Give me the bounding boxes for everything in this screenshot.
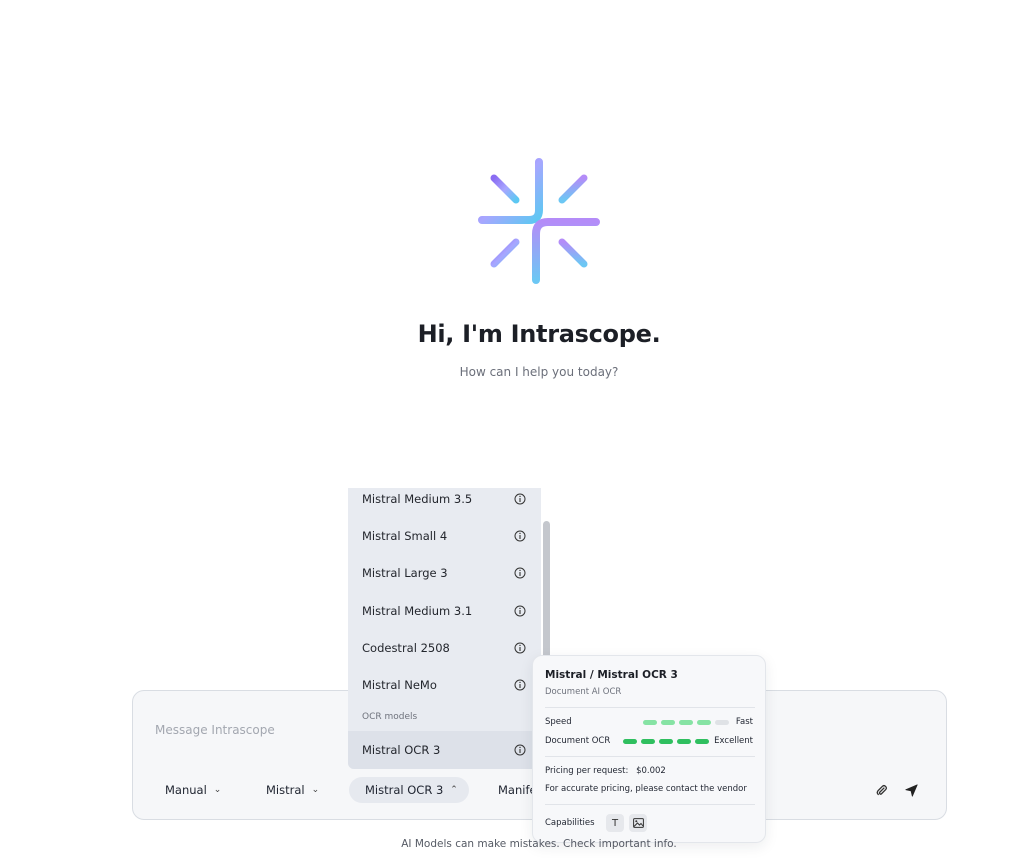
rating-bar-segment <box>697 720 711 725</box>
pricing-label: Pricing per request: <box>545 766 629 776</box>
dropdown-item-label: Mistral Large 3 <box>362 566 448 580</box>
info-icon[interactable] <box>514 679 526 691</box>
dropdown-item-selected[interactable]: Mistral OCR 3 <box>348 731 540 769</box>
model-selector[interactable]: Mistral OCR 3 ⌃ <box>349 777 469 803</box>
speed-value: Fast <box>735 717 753 727</box>
document-ocr-rating-bars <box>623 739 709 744</box>
chevron-up-icon: ⌃ <box>450 785 458 795</box>
rating-bar-segment <box>695 739 709 744</box>
dropdown-item-label: Mistral NeMo <box>362 678 437 692</box>
dropdown-item[interactable]: Mistral Large 3 <box>348 555 540 591</box>
info-icon[interactable] <box>514 642 526 654</box>
divider <box>545 707 755 708</box>
rating-bar-segment <box>643 720 657 725</box>
extra-selector[interactable]: Manife <box>498 777 536 803</box>
vendor-selector-label: Mistral <box>266 783 305 797</box>
document-ocr-label: Document OCR <box>545 736 611 746</box>
info-icon[interactable] <box>514 530 526 542</box>
mode-selector[interactable]: Manual ⌄ <box>165 777 221 803</box>
divider <box>545 756 755 757</box>
dropdown-item[interactable]: Mistral Medium 3.1 <box>348 593 540 629</box>
paperclip-icon <box>876 784 887 795</box>
dropdown-section-label: OCR models <box>362 712 418 722</box>
dropdown-item[interactable]: Mistral Medium 3.5 <box>348 488 540 517</box>
rating-bar-segment <box>677 739 691 744</box>
info-icon[interactable] <box>514 605 526 617</box>
attach-button[interactable] <box>871 780 891 800</box>
dropdown-item[interactable]: Mistral NeMo <box>348 667 540 703</box>
chevron-down-icon: ⌄ <box>311 785 320 795</box>
image-icon <box>629 814 647 832</box>
text-icon: T <box>606 814 624 832</box>
model-info-card: Mistral / Mistral OCR 3 Document AI OCR … <box>532 655 766 843</box>
greeting-subtitle: How can I help you today? <box>459 365 619 379</box>
info-icon[interactable] <box>514 493 526 505</box>
rating-bar-segment <box>679 720 693 725</box>
vendor-selector[interactable]: Mistral ⌄ <box>266 777 319 803</box>
extra-selector-label: Manife <box>498 783 536 797</box>
speed-rating-bars <box>643 720 729 725</box>
dropdown-item-label: Mistral Medium 3.1 <box>362 604 473 618</box>
model-dropdown[interactable]: Mistral Medium 3.5 Mistral Small 4 Mistr… <box>348 488 553 769</box>
rating-bar-segment <box>623 739 637 744</box>
rating-bar-segment <box>641 739 655 744</box>
pricing-note: For accurate pricing, please contact the… <box>545 784 747 794</box>
pricing-row: Pricing per request: $0.002 <box>545 766 666 776</box>
greeting-title: Hi, I'm Intrascope. <box>417 320 661 348</box>
dropdown-item-label: Codestral 2508 <box>362 641 450 655</box>
dropdown-item[interactable]: Codestral 2508 <box>348 630 540 666</box>
disclaimer-note: AI Models can make mistakes. Check impor… <box>401 838 677 850</box>
dropdown-item-label: Mistral Small 4 <box>362 529 448 543</box>
intrascope-logo-icon <box>478 158 600 284</box>
speed-label: Speed <box>545 717 572 727</box>
dropdown-item[interactable]: Mistral Small 4 <box>348 518 540 554</box>
info-icon[interactable] <box>514 567 526 579</box>
mode-selector-label: Manual <box>165 783 207 797</box>
rating-bar-segment <box>715 720 729 725</box>
capabilities-label: Capabilities <box>545 818 595 828</box>
divider <box>545 804 755 805</box>
rating-bar-segment <box>661 720 675 725</box>
dropdown-item-label: Mistral OCR 3 <box>362 743 441 757</box>
dropdown-item-label: Mistral Medium 3.5 <box>362 492 473 506</box>
send-arrow-icon <box>904 783 918 797</box>
rating-bar-segment <box>659 739 673 744</box>
document-ocr-value: Excellent <box>714 736 753 746</box>
dropdown-scrollbar-thumb[interactable] <box>543 521 550 671</box>
send-button[interactable] <box>901 780 921 800</box>
chevron-down-icon: ⌄ <box>213 785 222 795</box>
info-icon[interactable] <box>514 744 526 756</box>
pricing-value: $0.002 <box>636 766 666 776</box>
model-card-subtitle: Document AI OCR <box>545 687 622 697</box>
model-selector-label: Mistral OCR 3 <box>365 783 444 797</box>
model-card-title: Mistral / Mistral OCR 3 <box>545 669 678 681</box>
